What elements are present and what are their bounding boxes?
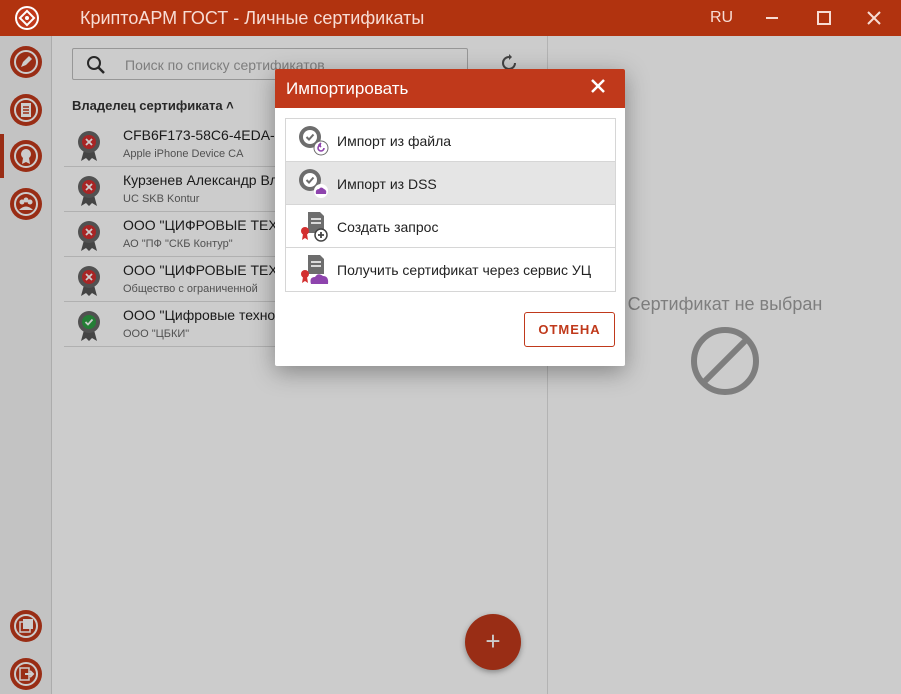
menu-item-create-request[interactable]: Создать запрос [286,205,615,248]
menu-item-label: Импорт из DSS [337,176,437,192]
maximize-icon[interactable] [812,6,836,30]
menu-item-import-file[interactable]: Импорт из файла [286,119,615,162]
cancel-button[interactable]: ОТМЕНА [524,312,615,347]
dialog-header: Импортировать [275,69,625,108]
import-dss-icon [299,169,328,198]
minimize-icon[interactable] [760,6,784,30]
menu-item-label: Создать запрос [337,219,439,235]
dialog-title: Импортировать [286,79,409,98]
menu-item-get-cert-from-ca[interactable]: Получить сертификат через сервис УЦ [286,248,615,291]
import-file-icon [299,126,329,156]
menu-item-label: Получить сертификат через сервис УЦ [337,262,592,278]
menu-item-label: Импорт из файла [337,133,452,149]
import-options-menu: Импорт из файла Импорт из DSS Создать за… [285,118,616,292]
close-icon[interactable] [589,77,607,95]
get-cert-ca-icon [301,255,329,284]
import-dialog: Импортировать Импорт из файла Импорт из … [275,69,625,366]
title-bar: КриптоАРМ ГОСТ - Личные сертификаты RU [0,0,901,36]
close-window-icon[interactable] [862,6,886,30]
language-switch[interactable]: RU [710,9,733,27]
menu-item-import-dss[interactable]: Импорт из DSS [286,162,615,205]
create-request-icon [301,212,328,242]
window-title: КриптоАРМ ГОСТ - Личные сертификаты [80,8,425,28]
app-logo-icon [15,6,39,30]
